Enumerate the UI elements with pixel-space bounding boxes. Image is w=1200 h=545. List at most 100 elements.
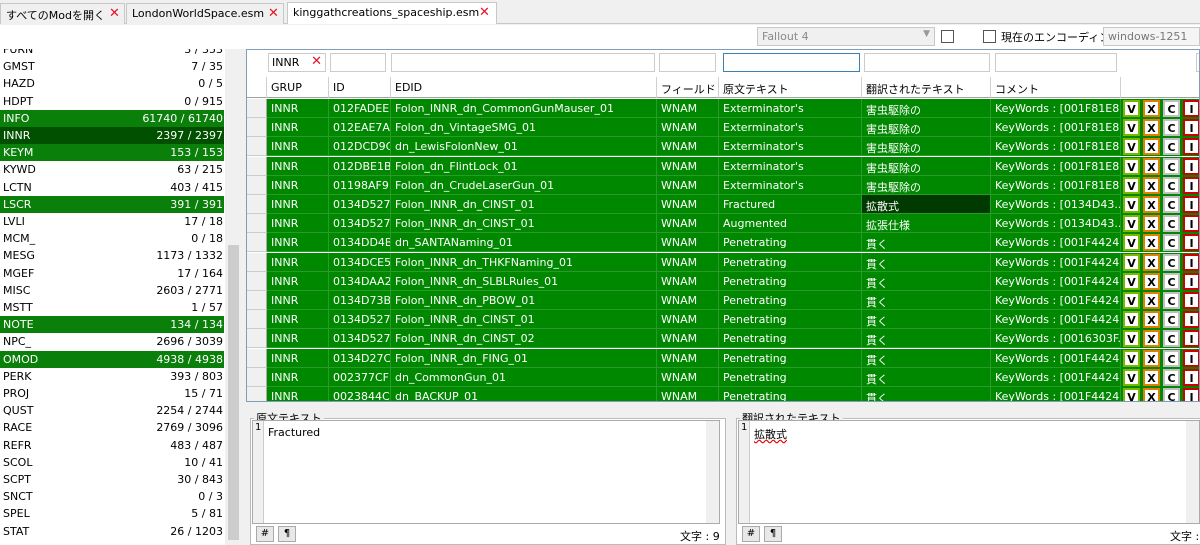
cell-source[interactable]: Penetrating xyxy=(719,233,862,253)
header-translated-text[interactable]: 翻訳されたテキスト xyxy=(862,77,991,98)
clear-filter-icon[interactable]: ✕ xyxy=(311,54,322,69)
sidebar-scroll-thumb[interactable] xyxy=(228,245,239,540)
cell-source[interactable]: Penetrating xyxy=(719,291,862,310)
cell-edid[interactable]: Folon_INNR_dn_THKFNaming_01 xyxy=(391,252,657,272)
row-header[interactable] xyxy=(247,252,267,272)
sidebar-item-furn[interactable]: FURN 3 / 353 xyxy=(0,49,224,58)
row-action-v-button[interactable]: V xyxy=(1123,368,1140,386)
close-icon[interactable]: ✕ xyxy=(109,6,120,21)
row-action-c-button[interactable]: C xyxy=(1163,215,1180,233)
cell-edid[interactable]: Folon_INNR_dn_CINST_02 xyxy=(391,329,657,349)
row-action-x-button[interactable]: X xyxy=(1143,330,1160,348)
sidebar-item-lscr[interactable]: LSCR 391 / 391 xyxy=(0,195,224,213)
cell-id[interactable]: 0134DCE5 xyxy=(329,252,391,272)
cell-field[interactable]: WNAM xyxy=(657,175,719,195)
row-action-c-button[interactable]: C xyxy=(1163,157,1180,175)
row-action-x-button[interactable]: X xyxy=(1143,234,1160,252)
row-action-x-button[interactable]: X xyxy=(1143,196,1160,213)
cell-translated[interactable]: 害虫駆除の xyxy=(862,156,991,176)
cell-id[interactable]: 01198AF9 xyxy=(329,175,391,195)
cell-edid[interactable]: Folon_INNR_dn_SLBLRules_01 xyxy=(391,271,657,291)
cell-grup[interactable]: INNR xyxy=(267,387,329,401)
row-action-v-button[interactable]: V xyxy=(1123,100,1140,117)
row-action-x-button[interactable]: X xyxy=(1143,311,1160,329)
cell-source[interactable]: Exterminator's xyxy=(719,175,862,195)
sidebar-item-mcm[interactable]: MCM_ 0 / 18 xyxy=(0,230,224,247)
id-filter-input[interactable] xyxy=(330,53,386,72)
cell-field[interactable]: WNAM xyxy=(657,118,719,138)
row-action-c-button[interactable]: C xyxy=(1163,388,1180,401)
sidebar-item-scol[interactable]: SCOL 10 / 41 xyxy=(0,454,224,471)
row-action-v-button[interactable]: V xyxy=(1123,234,1140,252)
source-filter-input[interactable] xyxy=(723,53,860,72)
row-action-i-button[interactable]: I xyxy=(1183,234,1199,252)
tab-kinggathcreations[interactable]: kinggathcreations_spaceship.esm ✕ xyxy=(287,2,497,24)
cell-translated[interactable]: 害虫駆除の xyxy=(862,99,991,118)
table-row[interactable]: INNR 0134DAA2 Folon_INNR_dn_SLBLRules_01 WN… xyxy=(247,271,1199,291)
row-action-i-button[interactable]: I xyxy=(1183,388,1199,401)
translated-text-editor[interactable]: 1 拡散式 xyxy=(738,420,1200,524)
sidebar-item-kywd[interactable]: KYWD 63 / 215 xyxy=(0,161,224,178)
cell-id[interactable]: 012DCD9C xyxy=(329,137,391,157)
cell-comment[interactable]: KeyWords : [001F4424... xyxy=(991,367,1121,387)
cell-id[interactable]: 012DBE1B xyxy=(329,156,391,176)
sidebar-item-omod[interactable]: OMOD 4938 / 4938 xyxy=(0,350,224,368)
sidebar-item-mgef[interactable]: MGEF 17 / 164 xyxy=(0,265,224,282)
cell-field[interactable]: WNAM xyxy=(657,271,719,291)
cell-comment[interactable]: KeyWords : [001F4424... xyxy=(991,252,1121,272)
sidebar-item-refr[interactable]: REFR 483 / 487 xyxy=(0,437,224,454)
cell-source[interactable]: Penetrating xyxy=(719,310,862,330)
sidebar-item-mesg[interactable]: MESG 1173 / 1332 xyxy=(0,247,224,264)
cell-field[interactable]: WNAM xyxy=(657,291,719,310)
cell-id[interactable]: 002377CF xyxy=(329,367,391,387)
cell-source[interactable]: Penetrating xyxy=(719,271,862,291)
sidebar-item-info[interactable]: INFO 61740 / 61740 xyxy=(0,109,224,127)
header-edid[interactable]: EDID xyxy=(391,77,657,98)
cell-grup[interactable]: INNR xyxy=(267,310,329,330)
cell-field[interactable]: WNAM xyxy=(657,156,719,176)
row-action-x-button[interactable]: X xyxy=(1143,292,1160,309)
cell-id[interactable]: 0134D527 xyxy=(329,329,391,349)
cell-field[interactable]: WNAM xyxy=(657,367,719,387)
cell-id[interactable]: 0134D527 xyxy=(329,310,391,330)
pilcrow-button[interactable]: ¶ xyxy=(278,526,296,542)
row-header[interactable] xyxy=(247,214,267,234)
header-grup[interactable]: GRUP xyxy=(267,77,329,98)
cell-edid[interactable]: Folon_INNR_dn_CINST_01 xyxy=(391,195,657,214)
row-action-v-button[interactable]: V xyxy=(1123,157,1140,175)
cell-id[interactable]: 0134D527 xyxy=(329,195,391,214)
row-action-i-button[interactable]: I xyxy=(1183,215,1199,233)
row-action-x-button[interactable]: X xyxy=(1143,119,1160,137)
cell-grup[interactable]: INNR xyxy=(267,99,329,118)
cell-grup[interactable]: INNR xyxy=(267,118,329,138)
row-header[interactable] xyxy=(247,329,267,349)
row-action-x-button[interactable]: X xyxy=(1143,100,1160,117)
game-select[interactable]: Fallout 4 ▼ xyxy=(757,27,935,46)
sidebar-item-misc[interactable]: MISC 2603 / 2771 xyxy=(0,282,224,299)
cell-source[interactable]: Exterminator's xyxy=(719,118,862,138)
row-action-x-button[interactable]: X xyxy=(1143,138,1160,156)
cell-translated[interactable]: 貫く xyxy=(862,348,991,368)
row-header[interactable] xyxy=(247,99,267,118)
row-action-x-button[interactable]: X xyxy=(1143,368,1160,386)
cell-comment[interactable]: KeyWords : [001F4424... xyxy=(991,387,1121,401)
cell-edid[interactable]: Folon_dn_VintageSMG_01 xyxy=(391,118,657,138)
cell-field[interactable]: WNAM xyxy=(657,348,719,368)
cell-comment[interactable]: KeyWords : [0134D43... xyxy=(991,214,1121,234)
extra-filter-input[interactable] xyxy=(1196,53,1199,72)
table-row[interactable]: INNR 0134D527 Folon_INNR_dn_CINST_01 WNAM Pe… xyxy=(247,310,1199,330)
cell-translated[interactable]: 拡散式 xyxy=(862,195,991,214)
sidebar-item-keym[interactable]: KEYM 153 / 153 xyxy=(0,144,224,162)
edid-filter-input[interactable] xyxy=(391,53,655,72)
cell-id[interactable]: 0134DAA2 xyxy=(329,271,391,291)
cell-id[interactable]: 0134DD4B xyxy=(329,233,391,253)
row-action-v-button[interactable]: V xyxy=(1123,292,1140,309)
header-source-text[interactable]: 原文テキスト xyxy=(719,77,862,98)
row-action-i-button[interactable]: I xyxy=(1183,253,1199,271)
pilcrow-button[interactable]: ¶ xyxy=(764,526,782,542)
row-header[interactable] xyxy=(247,310,267,330)
cell-comment[interactable]: KeyWords : [001F4424... xyxy=(991,310,1121,330)
row-action-v-button[interactable]: V xyxy=(1123,138,1140,156)
table-row[interactable]: INNR 0134D73B Folon_INNR_dn_PBOW_01 WNAM Pen… xyxy=(247,291,1199,310)
sidebar-item-hdpt[interactable]: HDPT 0 / 915 xyxy=(0,93,224,110)
